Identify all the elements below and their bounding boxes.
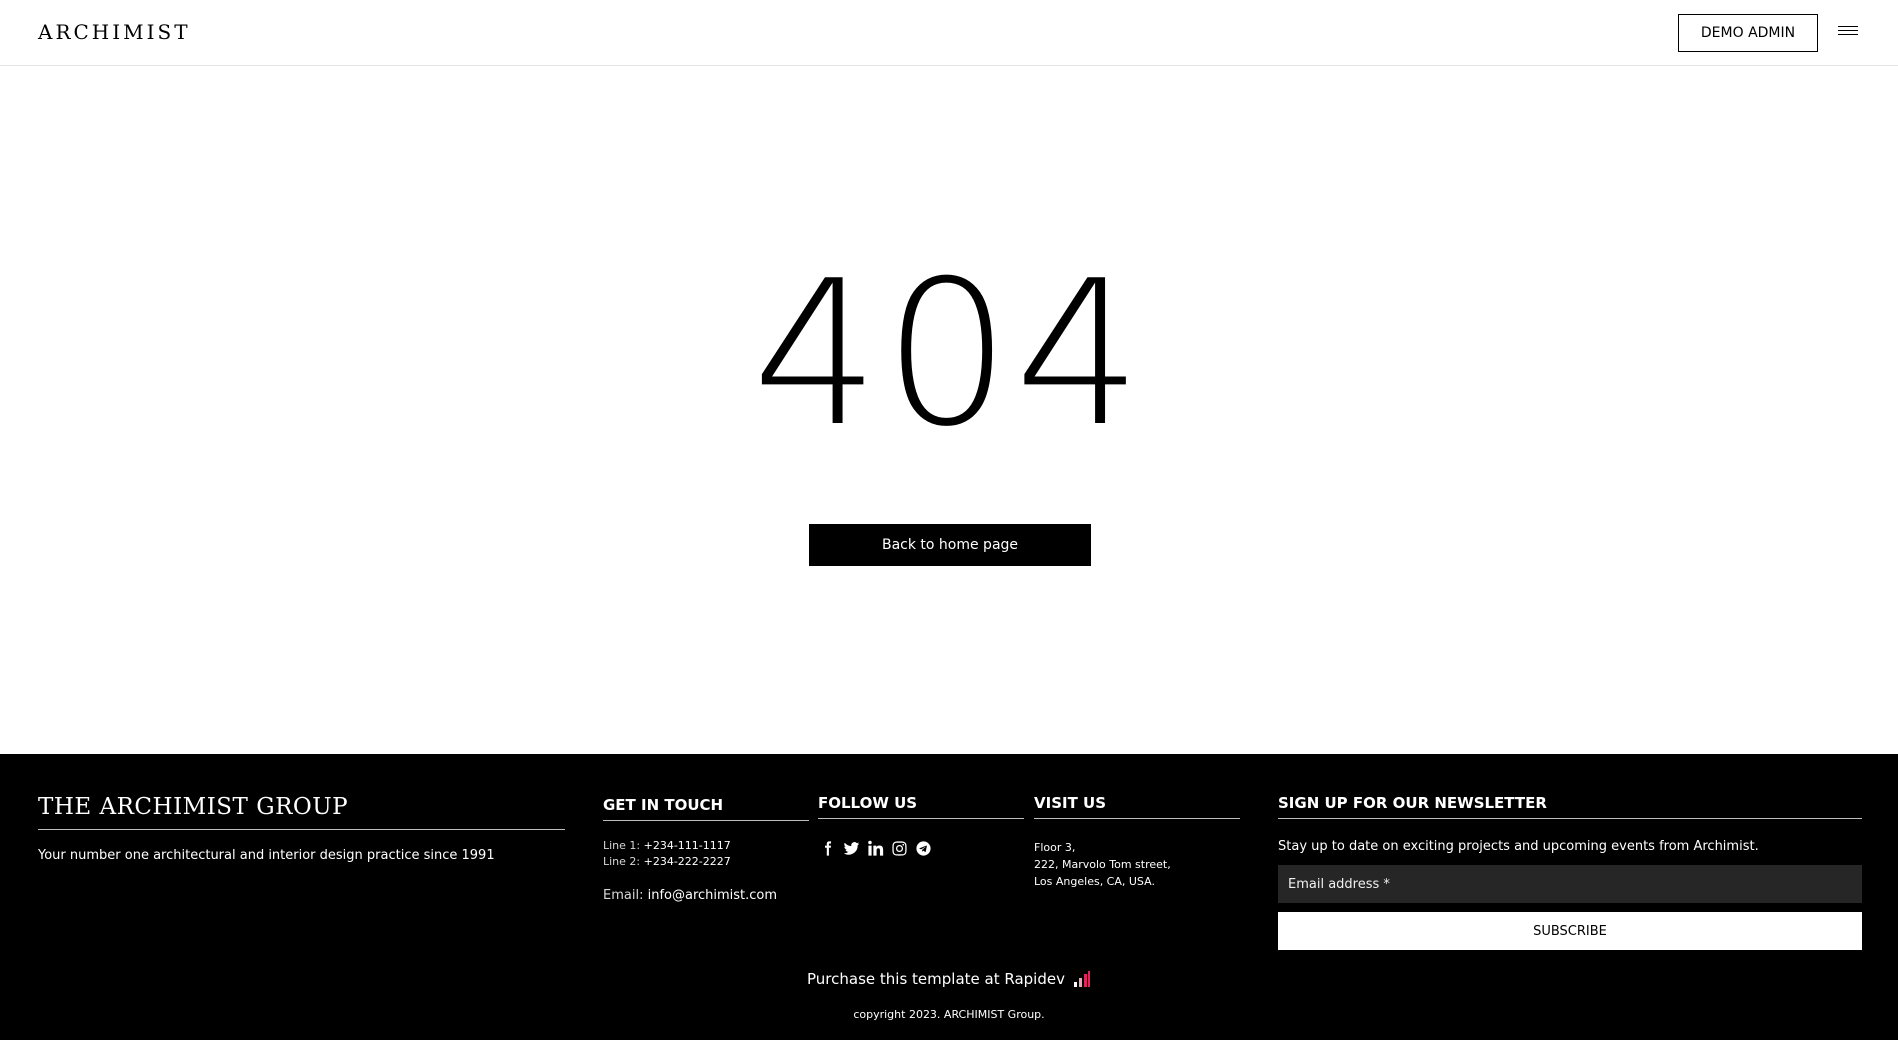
- site-logo[interactable]: ARCHIMIST: [38, 20, 191, 44]
- linkedin-icon[interactable]: [866, 839, 884, 857]
- phone-line-2[interactable]: Line 2: +234-222-2227: [603, 855, 809, 868]
- instagram-icon[interactable]: [890, 839, 908, 857]
- footer-brand: THE ARCHIMIST GROUP Your number one arch…: [38, 794, 565, 863]
- telegram-icon[interactable]: [914, 839, 932, 857]
- hamburger-line: [1838, 34, 1858, 35]
- purchase-text: Purchase this template at Rapidev: [807, 970, 1065, 988]
- address: Floor 3, 222, Marvolo Tom street, Los An…: [1034, 839, 1240, 890]
- phone-label: Line 1:: [603, 839, 641, 852]
- address-line: Los Angeles, CA, USA.: [1034, 875, 1155, 888]
- copyright-text: copyright 2023. ARCHIMIST Group.: [853, 1008, 1045, 1021]
- visit-us-section: VISIT US Floor 3, 222, Marvolo Tom stree…: [1034, 794, 1240, 890]
- newsletter-email-input[interactable]: [1278, 865, 1862, 903]
- site-footer: THE ARCHIMIST GROUP Your number one arch…: [0, 754, 1898, 1040]
- newsletter-text: Stay up to date on exciting projects and…: [1278, 839, 1759, 854]
- phone-label: Line 2:: [603, 855, 641, 868]
- site-header: ARCHIMIST DEMO ADMIN: [0, 0, 1898, 66]
- follow-us-section: FOLLOW US: [818, 794, 1024, 857]
- social-links: [818, 839, 1024, 857]
- phone-value: +234-111-1117: [643, 839, 731, 852]
- visit-us-heading: VISIT US: [1034, 794, 1240, 819]
- email-line: Email: info@archimist.com: [603, 888, 809, 903]
- follow-us-heading: FOLLOW US: [818, 794, 1024, 819]
- footer-brand-tagline: Your number one architectural and interi…: [38, 848, 495, 863]
- get-in-touch-heading: GET IN TOUCH: [603, 796, 809, 821]
- get-in-touch-section: GET IN TOUCH Line 1: +234-111-1117 Line …: [603, 796, 809, 903]
- twitter-icon[interactable]: [842, 839, 860, 857]
- rapidev-logo-icon: [1073, 971, 1090, 987]
- address-line: 222, Marvolo Tom street,: [1034, 858, 1171, 871]
- purchase-link[interactable]: Purchase this template at Rapidev: [0, 970, 1898, 988]
- demo-admin-button[interactable]: DEMO ADMIN: [1678, 14, 1818, 52]
- newsletter-section: SIGN UP FOR OUR NEWSLETTER Stay up to da…: [1278, 794, 1862, 950]
- subscribe-button[interactable]: SUBSCRIBE: [1278, 912, 1862, 950]
- error-code: 404: [752, 238, 1146, 471]
- phone-line-1[interactable]: Line 1: +234-111-1117: [603, 839, 809, 852]
- email-label: Email:: [603, 888, 644, 903]
- hamburger-line: [1838, 26, 1858, 27]
- newsletter-heading: SIGN UP FOR OUR NEWSLETTER: [1278, 794, 1862, 819]
- hamburger-icon[interactable]: [1838, 26, 1858, 40]
- email-link[interactable]: info@archimist.com: [648, 888, 777, 903]
- hamburger-line: [1838, 30, 1858, 31]
- phone-list: Line 1: +234-111-1117 Line 2: +234-222-2…: [603, 839, 809, 868]
- footer-brand-title: THE ARCHIMIST GROUP: [38, 794, 565, 830]
- address-line: Floor 3,: [1034, 841, 1076, 854]
- facebook-icon[interactable]: [818, 839, 836, 857]
- phone-value: +234-222-2227: [643, 855, 731, 868]
- back-home-button[interactable]: Back to home page: [809, 524, 1091, 566]
